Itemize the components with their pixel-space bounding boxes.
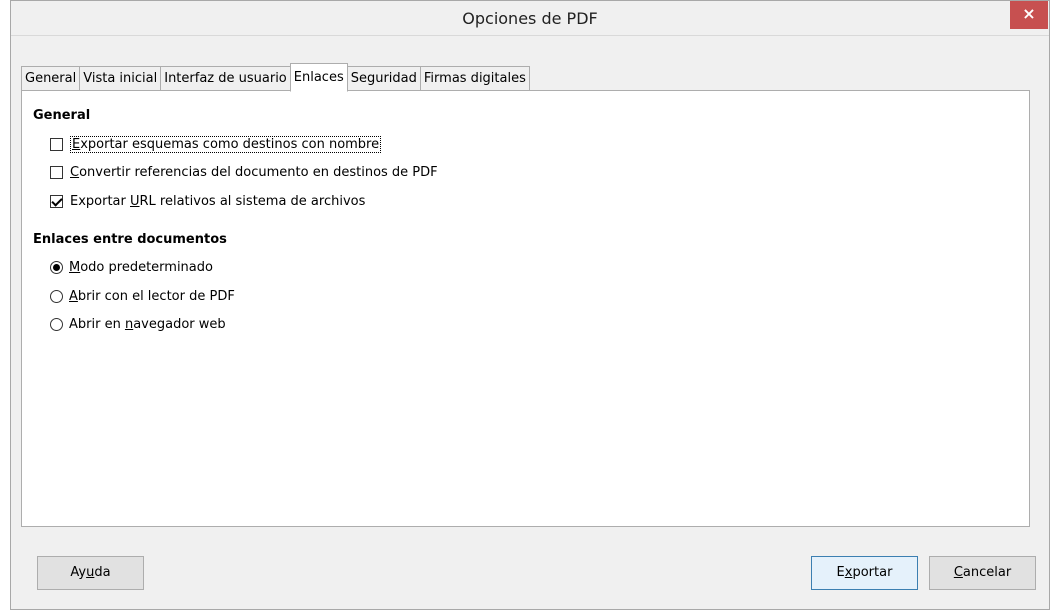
tab-enlaces[interactable]: Enlaces <box>289 63 348 92</box>
default-mode-label: Modo predeterminado <box>69 259 213 275</box>
open-browser-label: Abrir en navegador web <box>69 316 226 332</box>
tab-general[interactable]: General <box>21 66 80 91</box>
tab-bar: General Vista inicial Interfaz de usuari… <box>21 63 530 92</box>
radio-button[interactable] <box>50 289 63 303</box>
export-outlines-checkbox[interactable]: Exportar esquemas como destinos con nomb… <box>50 134 382 154</box>
export-button[interactable]: Exportar <box>811 556 918 590</box>
cancel-button[interactable]: Cancelar <box>929 556 1036 590</box>
open-pdf-reader-radio[interactable]: Abrir con el lector de PDF <box>50 286 235 306</box>
links-panel: General Exportar esquemas como destinos … <box>21 90 1030 527</box>
dialog-title: Opciones de PDF <box>462 9 598 28</box>
general-section-title: General <box>33 108 91 123</box>
relative-urls-checkbox[interactable]: Exportar URL relativos al sistema de arc… <box>50 191 365 211</box>
open-pdf-reader-label: Abrir con el lector de PDF <box>69 288 235 304</box>
relative-urls-label: Exportar URL relativos al sistema de arc… <box>70 193 366 209</box>
tab-vista-inicial[interactable]: Vista inicial <box>79 66 161 91</box>
cross-doc-section-title: Enlaces entre documentos <box>33 232 227 247</box>
help-button[interactable]: Ayuda <box>37 556 144 590</box>
title-bar: Opciones de PDF × <box>11 1 1049 36</box>
open-browser-radio[interactable]: Abrir en navegador web <box>50 314 226 334</box>
checkbox-box-checked[interactable] <box>50 194 63 208</box>
tab-interfaz-de-usuario[interactable]: Interfaz de usuario <box>160 66 290 91</box>
radio-button-selected[interactable] <box>50 260 63 274</box>
export-outlines-label: Exportar esquemas como destinos con nomb… <box>70 135 382 153</box>
tab-seguridad[interactable]: Seguridad <box>347 66 420 91</box>
tab-firmas-digitales[interactable]: Firmas digitales <box>419 66 530 91</box>
convert-references-checkbox[interactable]: Convertir referencias del documento en d… <box>50 162 438 182</box>
close-icon: × <box>1022 4 1036 23</box>
checkbox-box[interactable] <box>50 137 63 151</box>
close-button[interactable]: × <box>1010 1 1048 29</box>
default-mode-radio[interactable]: Modo predeterminado <box>50 257 213 277</box>
convert-references-label: Convertir referencias del documento en d… <box>70 164 438 180</box>
checkbox-box[interactable] <box>50 165 63 179</box>
radio-button[interactable] <box>50 317 63 331</box>
